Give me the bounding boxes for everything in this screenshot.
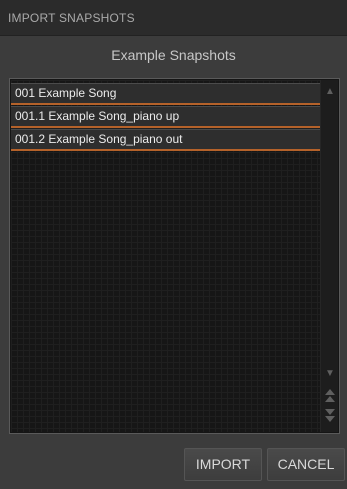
- list-item-label: 001.1 Example Song_piano up: [15, 109, 180, 123]
- list-item[interactable]: 001.1 Example Song_piano up: [11, 106, 320, 128]
- triangle-up-icon[interactable]: ▲: [321, 83, 339, 101]
- dialog-title: IMPORT SNAPSHOTS: [8, 11, 135, 25]
- list-item-label: 001 Example Song: [15, 86, 117, 100]
- title-bar[interactable]: IMPORT SNAPSHOTS: [0, 0, 347, 36]
- double-triangle-up-icon[interactable]: [321, 387, 339, 405]
- list-item[interactable]: 001.2 Example Song_piano out: [11, 129, 320, 151]
- list-scrollbar[interactable]: ▲ ▼: [320, 80, 338, 432]
- snapshot-list-frame: 001 Example Song 001.1 Example Song_pian…: [9, 78, 340, 434]
- snapshot-list[interactable]: 001 Example Song 001.1 Example Song_pian…: [11, 80, 320, 432]
- import-button[interactable]: IMPORT: [184, 448, 262, 481]
- list-item-label: 001.2 Example Song_piano out: [15, 132, 183, 146]
- snapshot-group-title: Example Snapshots: [111, 47, 236, 63]
- list-item[interactable]: 001 Example Song: [11, 83, 320, 105]
- triangle-down-icon[interactable]: ▼: [321, 365, 339, 383]
- import-snapshots-dialog: IMPORT SNAPSHOTS Example Snapshots 001 E…: [0, 0, 347, 489]
- double-triangle-down-icon[interactable]: [321, 407, 339, 425]
- cancel-button[interactable]: CANCEL: [267, 448, 345, 481]
